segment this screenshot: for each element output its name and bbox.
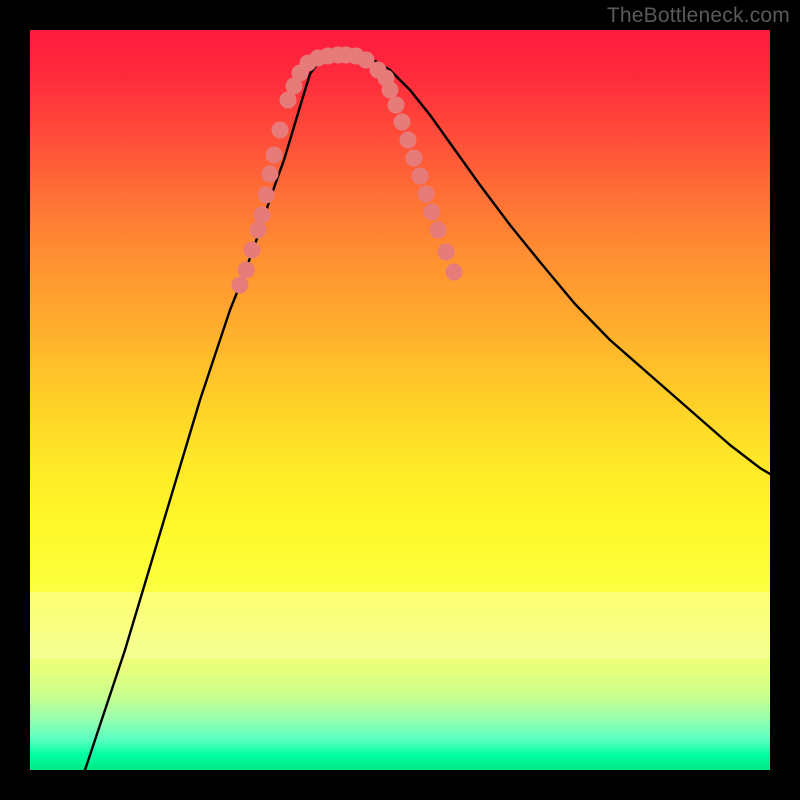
chart-frame: TheBottleneck.com — [0, 0, 800, 800]
watermark-text: TheBottleneck.com — [607, 4, 790, 28]
plot-area — [30, 30, 770, 770]
bottleneck-curve — [85, 55, 770, 770]
curve-marker — [250, 222, 267, 239]
curve-marker — [394, 114, 411, 131]
curve-marker — [438, 244, 455, 261]
curve-marker — [412, 168, 429, 185]
curve-marker — [424, 204, 441, 221]
curve-marker — [446, 264, 463, 281]
curve-marker — [254, 207, 271, 224]
curve-marker — [262, 166, 279, 183]
curve-marker — [400, 132, 417, 149]
curve-marker — [430, 222, 447, 239]
curve-marker — [258, 187, 275, 204]
curve-marker — [238, 262, 255, 279]
curve-marker — [244, 242, 261, 259]
chart-svg — [30, 30, 770, 770]
curve-marker — [266, 147, 283, 164]
curve-marker — [232, 277, 249, 294]
curve-marker — [406, 150, 423, 167]
curve-marker — [382, 82, 399, 99]
curve-marker — [388, 97, 405, 114]
curve-marker — [418, 186, 435, 203]
curve-marker — [272, 122, 289, 139]
